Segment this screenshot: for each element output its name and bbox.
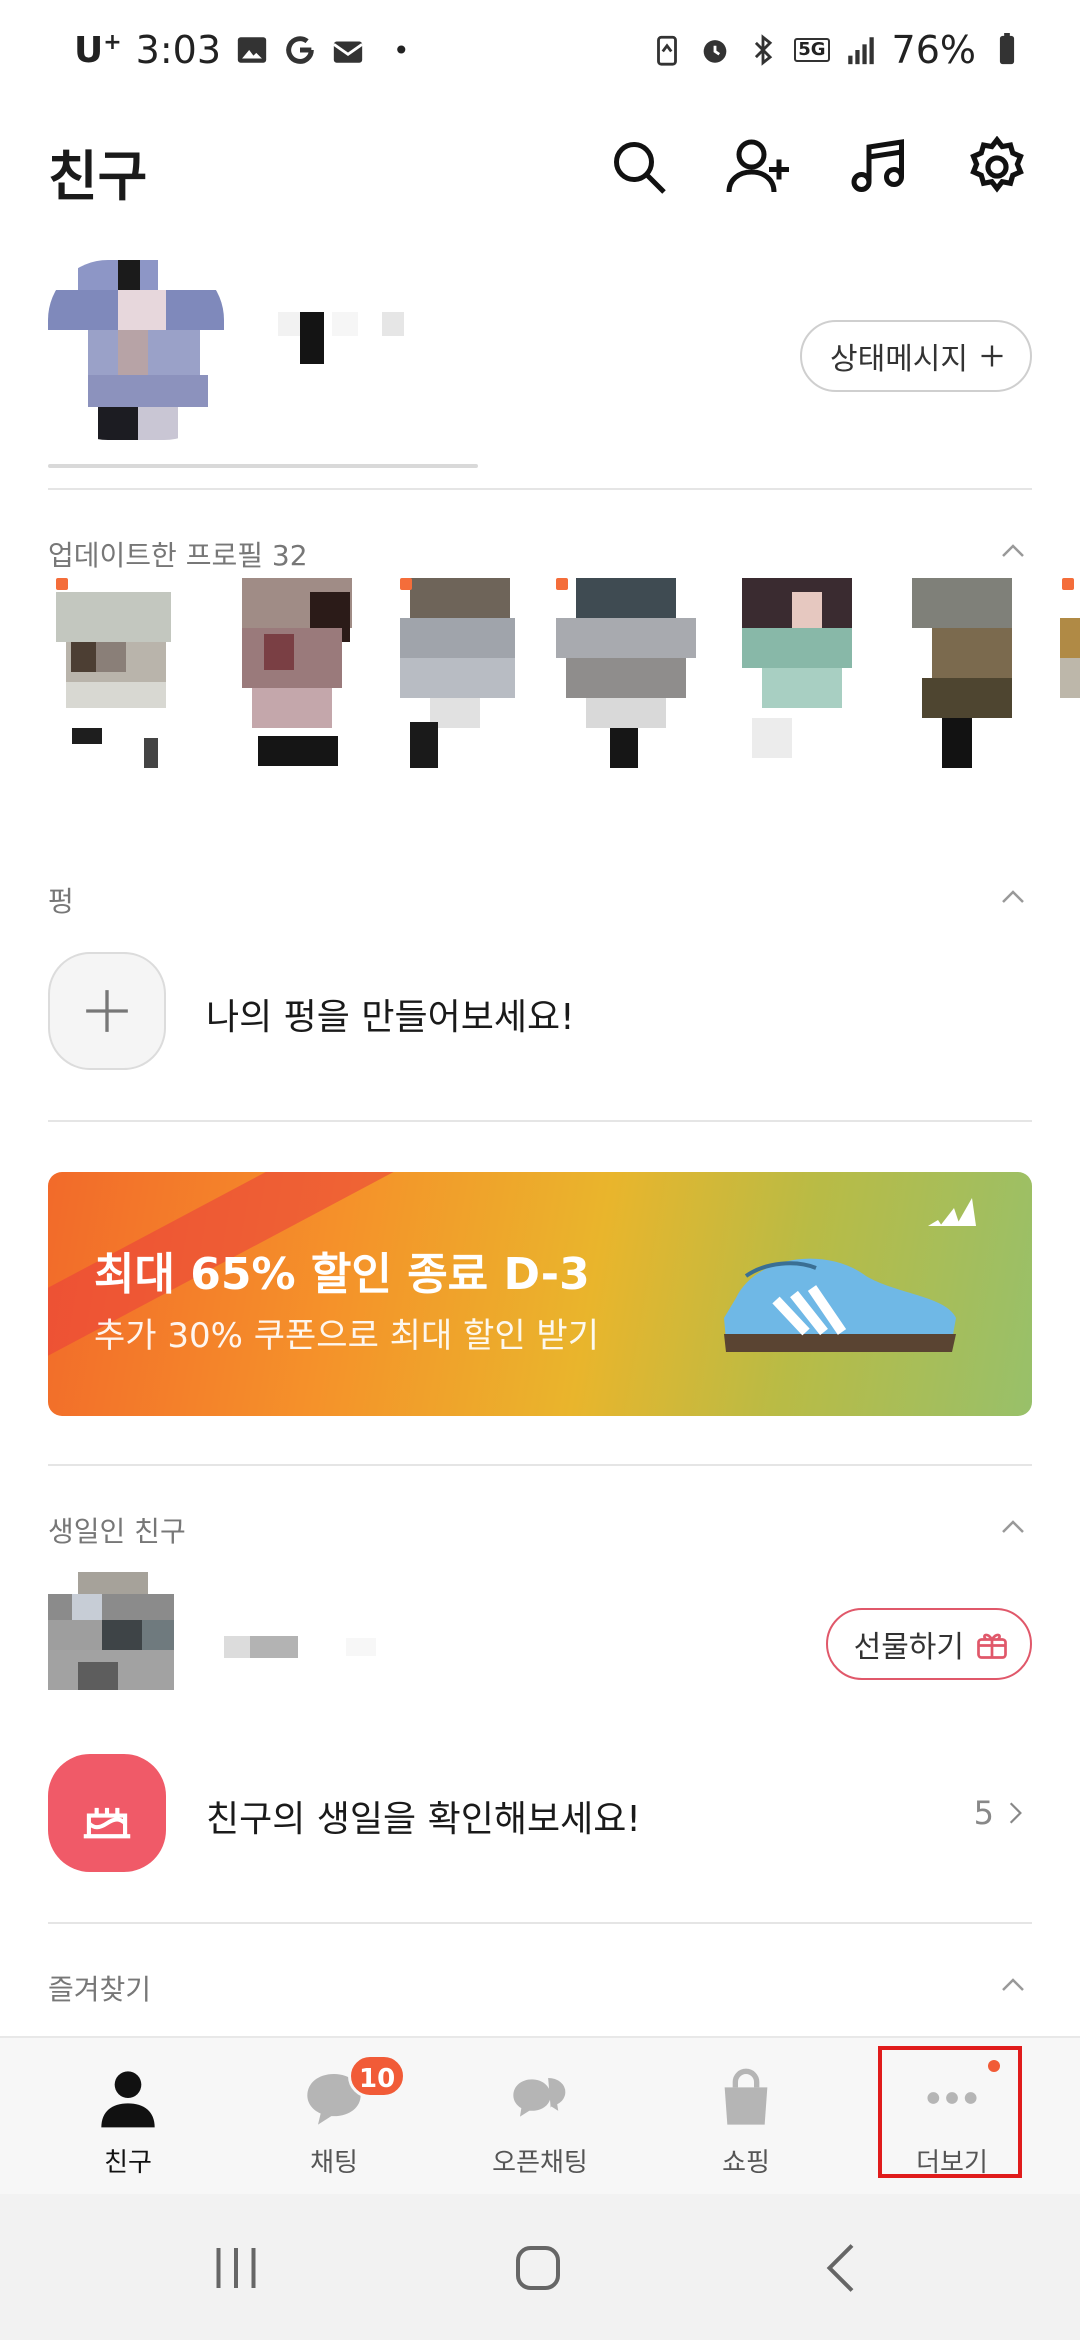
plus-icon xyxy=(86,990,128,1032)
tab-friends-label: 친구 xyxy=(104,2148,152,2178)
gift-icon xyxy=(977,1633,1007,1659)
updated-profiles-strip[interactable] xyxy=(52,578,1080,778)
birthday-title: 생일인 친구 xyxy=(48,1515,186,1548)
updated-profile-item[interactable] xyxy=(556,578,696,778)
divider xyxy=(48,1922,1032,1924)
plus-icon xyxy=(981,345,1003,367)
shopping-bag-icon xyxy=(724,2068,768,2125)
updated-profile-item[interactable] xyxy=(742,578,862,778)
promo-banner[interactable]: 최대 65% 할인 종료 D-3 추가 30% 쿠폰으로 최대 할인 받기 xyxy=(48,1172,1032,1416)
birthday-check-prompt[interactable]: 친구의 생일을 확인해보세요! xyxy=(206,1790,641,1842)
add-friend-icon[interactable] xyxy=(724,132,794,202)
brand-logo-icon xyxy=(928,1198,976,1226)
create-pyeong-button[interactable] xyxy=(48,952,166,1070)
battery-percent: 76% xyxy=(891,28,976,72)
signal-icon xyxy=(847,37,874,65)
music-icon[interactable] xyxy=(844,132,914,202)
chevron-right-icon xyxy=(1009,1802,1022,1824)
favorites-title: 즐겨찾기 xyxy=(48,1973,152,2006)
g-app-icon xyxy=(286,36,314,64)
network-5g-label: 5G xyxy=(794,38,830,62)
more-notifications-dot: • xyxy=(393,33,410,67)
updated-profile-item[interactable] xyxy=(238,578,358,778)
search-icon[interactable] xyxy=(604,132,674,202)
tab-chats-label: 채팅 xyxy=(310,2148,358,2178)
mail-notification-icon xyxy=(333,41,363,63)
highlight-box xyxy=(878,2046,1022,2178)
updated-profile-item[interactable] xyxy=(400,578,520,778)
birthday-cake-tile[interactable] xyxy=(48,1754,166,1872)
bluetooth-icon xyxy=(755,34,773,66)
chevron-up-icon[interactable] xyxy=(998,882,1028,912)
settings-icon[interactable] xyxy=(962,132,1032,202)
tab-shopping[interactable]: 쇼핑 xyxy=(646,2038,846,2196)
tab-friends[interactable]: 친구 xyxy=(28,2038,228,2196)
home-icon[interactable] xyxy=(508,2238,568,2298)
my-name-blurred xyxy=(278,312,408,376)
chevron-up-icon[interactable] xyxy=(998,536,1028,566)
pyeong-title: 펑 xyxy=(48,885,74,918)
my-profile[interactable]: 상태메시지 xyxy=(48,260,1032,470)
unread-badge: 10 xyxy=(348,2054,407,2098)
open-chat-icon xyxy=(513,2075,569,2117)
updated-profile-item[interactable] xyxy=(1060,578,1080,778)
pyeong-prompt[interactable]: 나의 펑을 만들어보세요! xyxy=(206,988,575,1040)
tab-chats[interactable]: 10 채팅 xyxy=(234,2038,434,2196)
updated-profile-item[interactable] xyxy=(912,578,1032,778)
divider xyxy=(48,488,1032,490)
gift-button-label: 선물하기 xyxy=(853,1630,964,1665)
divider xyxy=(48,1120,1032,1122)
new-update-dot xyxy=(556,578,568,590)
tab-open-chat[interactable]: 오픈채팅 xyxy=(440,2038,640,2196)
status-message-button[interactable]: 상태메시지 xyxy=(800,320,1032,392)
new-update-dot xyxy=(56,578,68,590)
sneaker-image xyxy=(724,1258,956,1352)
system-nav-bar xyxy=(0,2194,1080,2340)
back-icon[interactable] xyxy=(812,2238,872,2298)
person-icon xyxy=(101,2071,155,2128)
birthday-friend-name-blurred xyxy=(222,1630,402,1664)
birthday-count-link[interactable]: 5 xyxy=(974,1794,1028,1832)
carrier-label: U+ xyxy=(74,29,122,71)
divider xyxy=(48,1464,1032,1466)
battery-icon xyxy=(999,33,1015,65)
page-title: 친구 xyxy=(48,145,148,208)
new-update-dot xyxy=(1062,578,1074,590)
chevron-up-icon[interactable] xyxy=(998,1970,1028,2000)
profile-underline xyxy=(48,464,478,468)
gallery-icon xyxy=(237,37,267,63)
gift-button[interactable]: 선물하기 xyxy=(825,1608,1032,1680)
my-avatar[interactable] xyxy=(48,260,224,440)
status-message-label: 상태메시지 xyxy=(830,342,968,377)
tab-open-chat-label: 오픈채팅 xyxy=(492,2148,588,2178)
battery-saver-icon xyxy=(657,35,678,66)
status-bar: U+ 3:03 • 5G 76% xyxy=(0,0,1080,110)
tab-shopping-label: 쇼핑 xyxy=(722,2148,770,2178)
status-time: 3:03 xyxy=(135,28,222,72)
birthday-friend-avatar[interactable] xyxy=(48,1572,174,1690)
banner-subtitle: 추가 30% 쿠폰으로 최대 할인 받기 xyxy=(94,1316,599,1356)
chevron-up-icon[interactable] xyxy=(998,1512,1028,1542)
alarm-icon xyxy=(703,40,727,63)
banner-title: 최대 65% 할인 종료 D-3 xyxy=(94,1249,590,1300)
app-header: 친구 xyxy=(0,110,1080,220)
new-update-dot xyxy=(400,578,412,590)
recent-apps-icon[interactable] xyxy=(206,2238,266,2298)
birthday-count: 5 xyxy=(973,1794,994,1832)
updated-profile-item[interactable] xyxy=(56,578,176,778)
updated-profiles-title: 업데이트한 프로필 32 xyxy=(48,539,308,572)
cake-icon xyxy=(83,1807,131,1839)
